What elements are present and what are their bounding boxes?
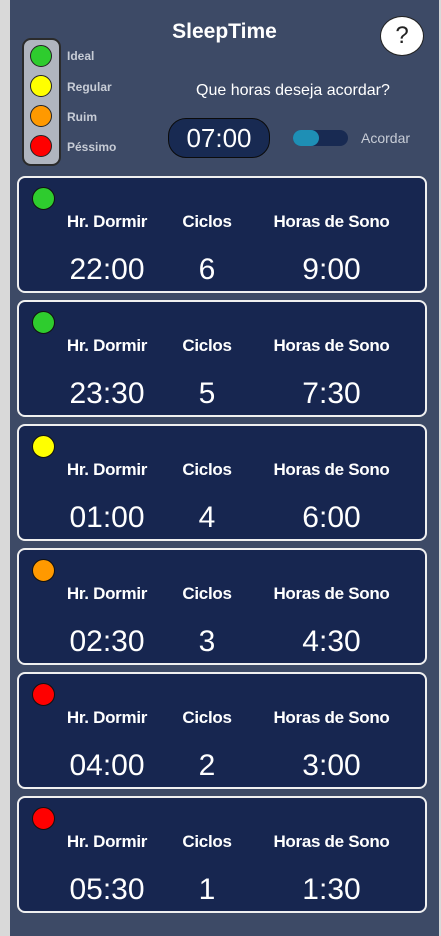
legend-dot-regular — [30, 75, 52, 97]
hours-value: 9:00 — [302, 253, 361, 286]
sleep-time-header: Hr. Dormir — [66, 212, 148, 231]
hours-value: 4:30 — [302, 625, 361, 658]
sleep-option-card: Hr. Dormir Ciclos Horas de Sono 23:30 5 7:30 — [17, 300, 427, 417]
cycles-header: Ciclos — [182, 708, 232, 727]
sleep-time-value: 02:30 — [69, 625, 145, 658]
app-title: SleepTime — [172, 20, 277, 43]
help-button[interactable]: ? — [380, 16, 424, 56]
hours-header: Horas de Sono — [273, 584, 390, 603]
sleep-time-value: 23:30 — [69, 377, 145, 410]
hours-value: 1:30 — [302, 873, 361, 906]
sleep-time-header: Hr. Dormir — [66, 460, 148, 479]
status-dot — [32, 435, 55, 458]
sleep-time-header: Hr. Dormir — [66, 336, 148, 355]
sleep-option-card: Hr. Dormir Ciclos Horas de Sono 22:00 6 9:00 — [17, 176, 427, 293]
cycles-header: Ciclos — [182, 832, 232, 851]
hours-header: Horas de Sono — [273, 708, 390, 727]
sleep-time-value: 01:00 — [69, 501, 145, 534]
status-dot — [32, 683, 55, 706]
hours-value: 7:30 — [302, 377, 361, 410]
legend-traffic-light — [22, 38, 61, 166]
hours-header: Horas de Sono — [273, 832, 390, 851]
hours-value: 3:00 — [302, 749, 361, 782]
toggle-knob — [293, 130, 319, 146]
sleep-option-card: Hr. Dormir Ciclos Horas de Sono 01:00 4 6:00 — [17, 424, 427, 541]
legend-label-regular: Regular — [67, 80, 112, 94]
status-dot — [32, 311, 55, 334]
cycles-header: Ciclos — [182, 584, 232, 603]
cycles-value: 5 — [198, 377, 216, 410]
cycles-value: 3 — [198, 625, 216, 658]
sleep-time-value: 04:00 — [69, 749, 145, 782]
sleep-option-card: Hr. Dormir Ciclos Horas de Sono 04:00 2 3:00 — [17, 672, 427, 789]
status-dot — [32, 807, 55, 830]
sleep-time-header: Hr. Dormir — [66, 832, 148, 851]
cycles-value: 1 — [198, 873, 216, 906]
hours-value: 6:00 — [302, 501, 361, 534]
wake-time-input[interactable]: 07:00 — [168, 118, 270, 158]
sleep-option-card: Hr. Dormir Ciclos Horas de Sono 05:30 1 1:30 — [17, 796, 427, 913]
cycles-value: 2 — [198, 749, 216, 782]
wake-toggle[interactable] — [293, 130, 348, 146]
legend-label-ruim: Ruim — [67, 110, 97, 124]
status-dot — [32, 559, 55, 582]
sleep-time-header: Hr. Dormir — [66, 584, 148, 603]
status-dot — [32, 187, 55, 210]
toggle-label: Acordar — [361, 130, 411, 146]
legend-label-pessimo: Péssimo — [67, 140, 117, 154]
legend-dot-ideal — [30, 45, 52, 67]
cycles-header: Ciclos — [182, 212, 232, 231]
legend-dot-pessimo — [30, 135, 52, 157]
cycles-header: Ciclos — [182, 336, 232, 355]
app-screen: SleepTime ? Ideal Regular Ruim Péssimo Q… — [10, 0, 439, 936]
hours-header: Horas de Sono — [273, 460, 390, 479]
legend-label-ideal: Ideal — [67, 49, 95, 63]
sleep-time-value: 22:00 — [69, 253, 145, 286]
cycles-header: Ciclos — [182, 460, 232, 479]
cycles-value: 6 — [198, 253, 216, 286]
sleep-option-card: Hr. Dormir Ciclos Horas de Sono 02:30 3 4:30 — [17, 548, 427, 665]
hours-header: Horas de Sono — [273, 212, 390, 231]
hours-header: Horas de Sono — [273, 336, 390, 355]
cycles-value: 4 — [198, 501, 216, 534]
sleep-time-value: 05:30 — [69, 873, 145, 906]
wake-question: Que horas deseja acordar? — [196, 82, 390, 99]
sleep-time-header: Hr. Dormir — [66, 708, 148, 727]
legend-dot-ruim — [30, 105, 52, 127]
